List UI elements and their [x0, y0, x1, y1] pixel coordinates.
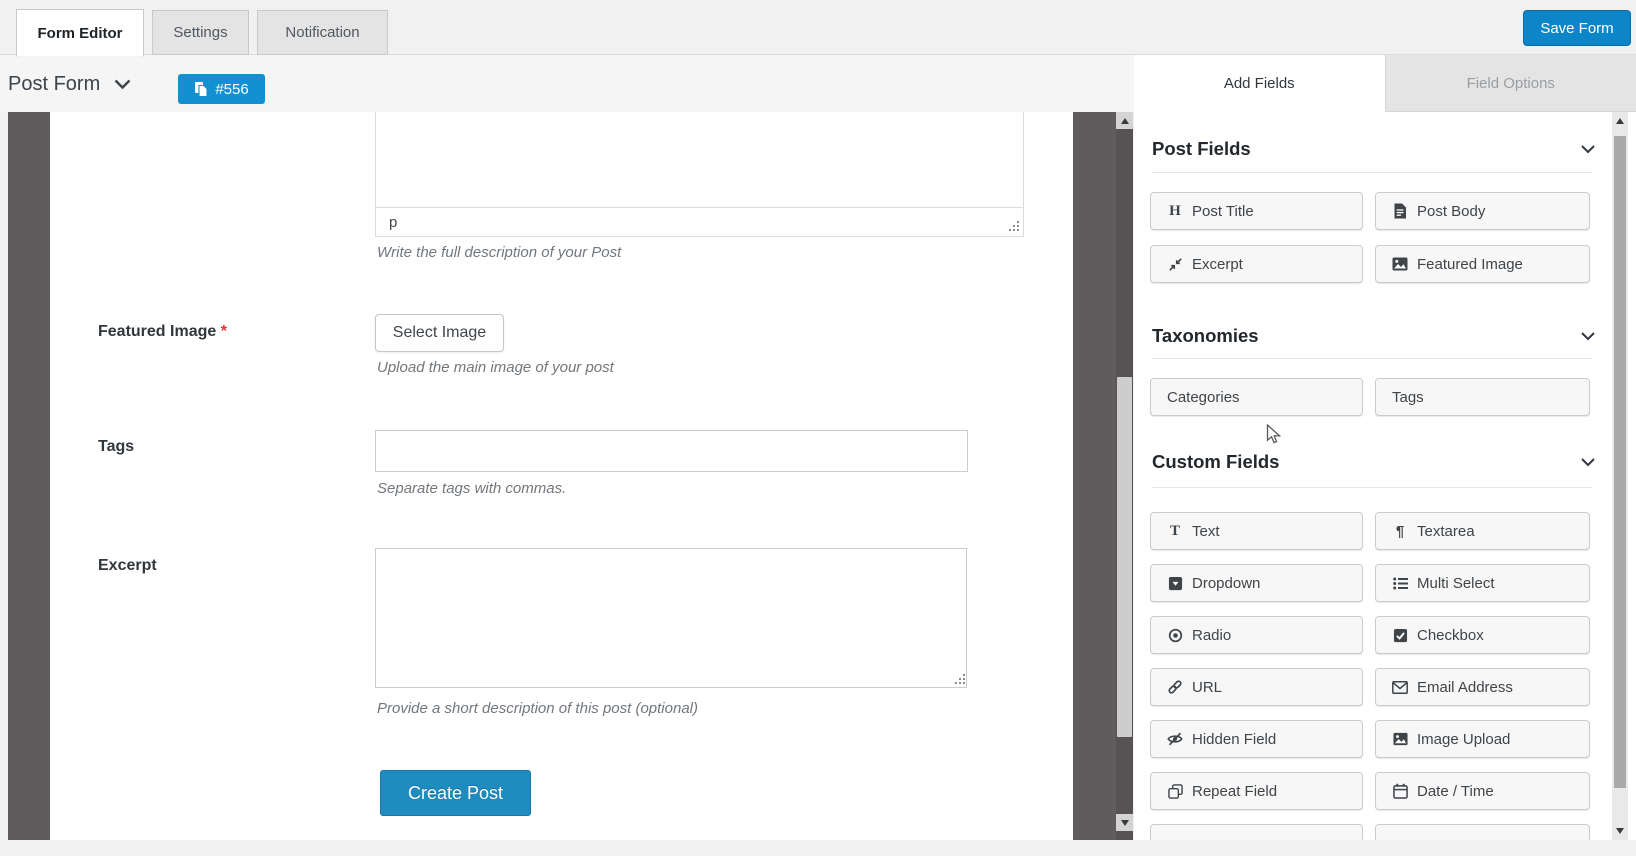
- clone-icon: [1167, 784, 1183, 799]
- field-button-excerpt[interactable]: Excerpt: [1150, 245, 1363, 283]
- tags-help-text: Separate tags with commas.: [377, 480, 566, 497]
- post-body-editor-area[interactable]: [375, 112, 1024, 208]
- top-toolbar: Form Editor Settings Notification Save F…: [0, 0, 1636, 55]
- tab-form-editor[interactable]: Form Editor: [16, 9, 144, 57]
- editor-element-path: p: [389, 214, 397, 231]
- add-fields-panel: Post Fields H Post Title Post Body Excer…: [1134, 112, 1636, 840]
- field-button-tags[interactable]: Tags: [1375, 378, 1590, 416]
- compress-icon: [1167, 257, 1183, 272]
- list-icon: [1392, 577, 1408, 590]
- tab-settings[interactable]: Settings: [152, 10, 249, 55]
- text-icon: T: [1167, 523, 1183, 540]
- field-button-radio[interactable]: Radio: [1150, 616, 1363, 654]
- form-preview-canvas: p Write the full description of your Pos…: [50, 112, 1073, 840]
- field-button-post-body[interactable]: Post Body: [1375, 192, 1590, 230]
- canvas-scrollbar-thumb[interactable]: [1117, 377, 1132, 737]
- field-button-multi-select[interactable]: Multi Select: [1375, 564, 1590, 602]
- section-title-post-fields: Post Fields: [1152, 138, 1251, 160]
- scroll-down-icon[interactable]: [1116, 814, 1133, 831]
- section-title-custom-fields: Custom Fields: [1152, 451, 1279, 473]
- section-divider: [1152, 172, 1592, 173]
- tags-input[interactable]: [375, 430, 968, 472]
- dot-circle-icon: [1167, 628, 1183, 643]
- editor-statusbar: p: [375, 207, 1024, 237]
- save-form-button[interactable]: Save Form: [1523, 10, 1631, 46]
- editor-resize-grip-icon[interactable]: [1007, 220, 1020, 233]
- scroll-up-icon[interactable]: [1116, 112, 1133, 129]
- file-text-icon: [1392, 203, 1408, 219]
- panel-tab-add-fields[interactable]: Add Fields: [1134, 55, 1385, 112]
- create-post-button[interactable]: Create Post: [380, 770, 531, 816]
- scroll-down-icon[interactable]: [1612, 822, 1628, 839]
- field-button-post-title[interactable]: H Post Title: [1150, 192, 1363, 230]
- required-mark: *: [221, 323, 227, 340]
- form-title-dropdown[interactable]: Post Form: [8, 69, 131, 99]
- field-button-text[interactable]: T Text: [1150, 512, 1363, 550]
- chevron-down-icon[interactable]: [1581, 458, 1595, 467]
- form-header-bar: Post Form #556 Add Fields Field Options: [0, 55, 1636, 112]
- image-upload-icon[interactable]: Image Upload: [1375, 720, 1590, 758]
- excerpt-resize-grip-icon[interactable]: [953, 673, 966, 686]
- field-button-featured-image[interactable]: Featured Image: [1375, 245, 1590, 283]
- field-button-partial[interactable]: [1375, 824, 1590, 840]
- eye-slash-icon: [1167, 731, 1183, 747]
- field-button-checkbox[interactable]: Checkbox: [1375, 616, 1590, 654]
- chevron-down-icon[interactable]: [1581, 332, 1595, 341]
- copy-icon: [194, 81, 209, 98]
- image-icon: [1392, 257, 1408, 271]
- panel-tab-field-options[interactable]: Field Options: [1385, 55, 1636, 112]
- tags-label: Tags: [98, 438, 134, 456]
- image-upload-icon: [1392, 732, 1408, 746]
- paragraph-icon: ¶: [1392, 523, 1408, 540]
- mouse-cursor-icon: [1266, 424, 1283, 446]
- featured-image-help-text: Upload the main image of your post: [377, 359, 614, 376]
- field-button-repeat-field[interactable]: Repeat Field: [1150, 772, 1363, 810]
- excerpt-textarea[interactable]: [375, 548, 967, 688]
- post-body-help-text: Write the full description of your Post: [377, 244, 621, 261]
- canvas-scrollbar[interactable]: [1116, 112, 1133, 840]
- link-icon: [1167, 679, 1183, 695]
- form-id-label: #556: [215, 81, 248, 98]
- form-id-badge[interactable]: #556: [178, 74, 265, 104]
- check-square-icon: [1392, 628, 1408, 643]
- field-button-categories[interactable]: Categories: [1150, 378, 1363, 416]
- excerpt-help-text: Provide a short description of this post…: [377, 700, 698, 717]
- featured-image-label: Featured Image *: [98, 323, 227, 341]
- field-button-url[interactable]: URL: [1150, 668, 1363, 706]
- envelope-icon: [1392, 681, 1408, 694]
- chevron-down-icon: [114, 79, 131, 90]
- section-divider: [1152, 487, 1592, 488]
- section-divider: [1152, 358, 1592, 359]
- tab-notification[interactable]: Notification: [257, 10, 388, 55]
- caret-square-down-icon: [1167, 576, 1183, 591]
- calendar-icon: [1392, 783, 1408, 799]
- chevron-down-icon[interactable]: [1581, 145, 1595, 154]
- field-button-dropdown[interactable]: Dropdown: [1150, 564, 1363, 602]
- scroll-up-icon[interactable]: [1612, 112, 1628, 129]
- section-title-taxonomies: Taxonomies: [1152, 325, 1259, 347]
- panel-scrollbar-thumb[interactable]: [1614, 136, 1626, 788]
- field-button-email-address[interactable]: Email Address: [1375, 668, 1590, 706]
- form-title: Post Form: [8, 73, 100, 96]
- heading-icon: H: [1167, 203, 1183, 220]
- field-button-hidden-field[interactable]: Hidden Field: [1150, 720, 1363, 758]
- field-button-textarea[interactable]: ¶ Textarea: [1375, 512, 1590, 550]
- excerpt-label: Excerpt: [98, 557, 157, 575]
- field-button-date-time[interactable]: Date / Time: [1375, 772, 1590, 810]
- panel-scrollbar[interactable]: [1612, 112, 1628, 840]
- select-image-button[interactable]: Select Image: [375, 314, 504, 352]
- field-button-partial[interactable]: [1150, 824, 1363, 840]
